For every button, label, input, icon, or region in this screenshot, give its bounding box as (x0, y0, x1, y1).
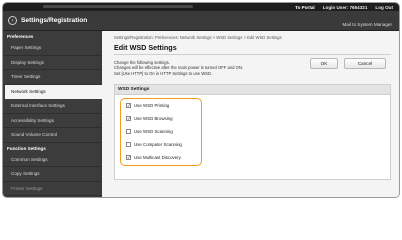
page-title: Edit WSD Settings (114, 43, 177, 52)
to-portal-link[interactable]: To Portal (295, 5, 315, 10)
sidebar-item-sound-volume-control[interactable]: Sound Volume Control (3, 128, 102, 143)
sidebar-item-printer-settings[interactable]: Printer Settings (3, 182, 102, 196)
option-label: Use Computer Scanning (134, 142, 182, 147)
option-label: Use WSD Browsing (134, 116, 173, 121)
sidebar-item-network-settings[interactable]: Network Settings (5, 84, 102, 99)
instruction-line: Set [Use HTTP] to On in HTTP Settings to… (114, 70, 213, 76)
sidebar-item-accessibility-settings[interactable]: Accessibility Settings (3, 114, 102, 128)
checkbox[interactable]: ✓ (126, 155, 131, 160)
checkbox[interactable]: ✓ (126, 103, 131, 108)
wsd-settings-panel: WSD Settings ✓ Use WSD Printing ✓ Use WS… (114, 84, 391, 180)
ok-button[interactable]: OK (310, 58, 338, 69)
sidebar-item-display-settings[interactable]: Display Settings (3, 56, 102, 70)
option-use-wsd-printing[interactable]: ✓ Use WSD Printing (126, 102, 169, 109)
sidebar-item-common-settings[interactable]: Common Settings (3, 153, 102, 167)
option-use-computer-scanning[interactable]: Use Computer Scanning (126, 141, 182, 148)
sidebar-item-timer-settings[interactable]: Timer Settings (3, 70, 102, 85)
cancel-button[interactable]: Cancel (344, 58, 386, 69)
option-use-wsd-browsing[interactable]: ✓ Use WSD Browsing (126, 115, 173, 122)
top-bar: To Portal Login User: 7654321 Log Out (3, 3, 399, 11)
checkbox[interactable] (126, 129, 131, 134)
sidebar-group-function-settings: Function Settings (7, 145, 46, 151)
login-user: Login User: 7654321 (322, 4, 368, 10)
sidebar-group-preferences: Preferences (7, 34, 34, 39)
sidebar: Preferences Paper Settings Display Setti… (3, 31, 102, 197)
sidebar-item-paper-settings[interactable]: Paper Settings (3, 41, 102, 56)
breadcrumb: Settings/Registration: Preferences: Netw… (114, 35, 282, 40)
checkbox[interactable]: ✓ (126, 116, 131, 121)
option-use-wsd-scanning[interactable]: Use WSD Scanning (126, 128, 173, 135)
option-label: Use Multicast Discovery (134, 155, 181, 160)
panel-title: WSD Settings (115, 85, 390, 95)
page-header: ‹ Settings/Registration Mail to System M… (3, 11, 399, 31)
option-label: Use WSD Scanning (134, 129, 173, 134)
title-divider (114, 54, 391, 55)
app-title: Settings/Registration (21, 17, 88, 24)
highlighted-options-group: ✓ Use WSD Printing ✓ Use WSD Browsing Us… (120, 98, 202, 166)
back-arrow-icon[interactable]: ‹ (8, 16, 17, 25)
option-use-multicast-discovery[interactable]: ✓ Use Multicast Discovery (126, 154, 181, 161)
main-content: Settings/Registration: Preferences: Netw… (102, 31, 399, 197)
browser-frame: To Portal Login User: 7654321 Log Out ‹ … (2, 2, 400, 198)
checkbox[interactable] (126, 142, 131, 147)
logout-link[interactable]: Log Out (375, 5, 393, 10)
option-label: Use WSD Printing (134, 103, 170, 108)
sidebar-item-external-interface-settings[interactable]: External Interface Settings (3, 99, 102, 114)
mail-to-system-manager-link[interactable]: Mail to System Manager (342, 22, 392, 27)
blurred-address (43, 5, 193, 8)
sidebar-item-copy-settings[interactable]: Copy Settings (3, 167, 102, 182)
instructions: Change the following settings. Changes w… (114, 60, 243, 76)
